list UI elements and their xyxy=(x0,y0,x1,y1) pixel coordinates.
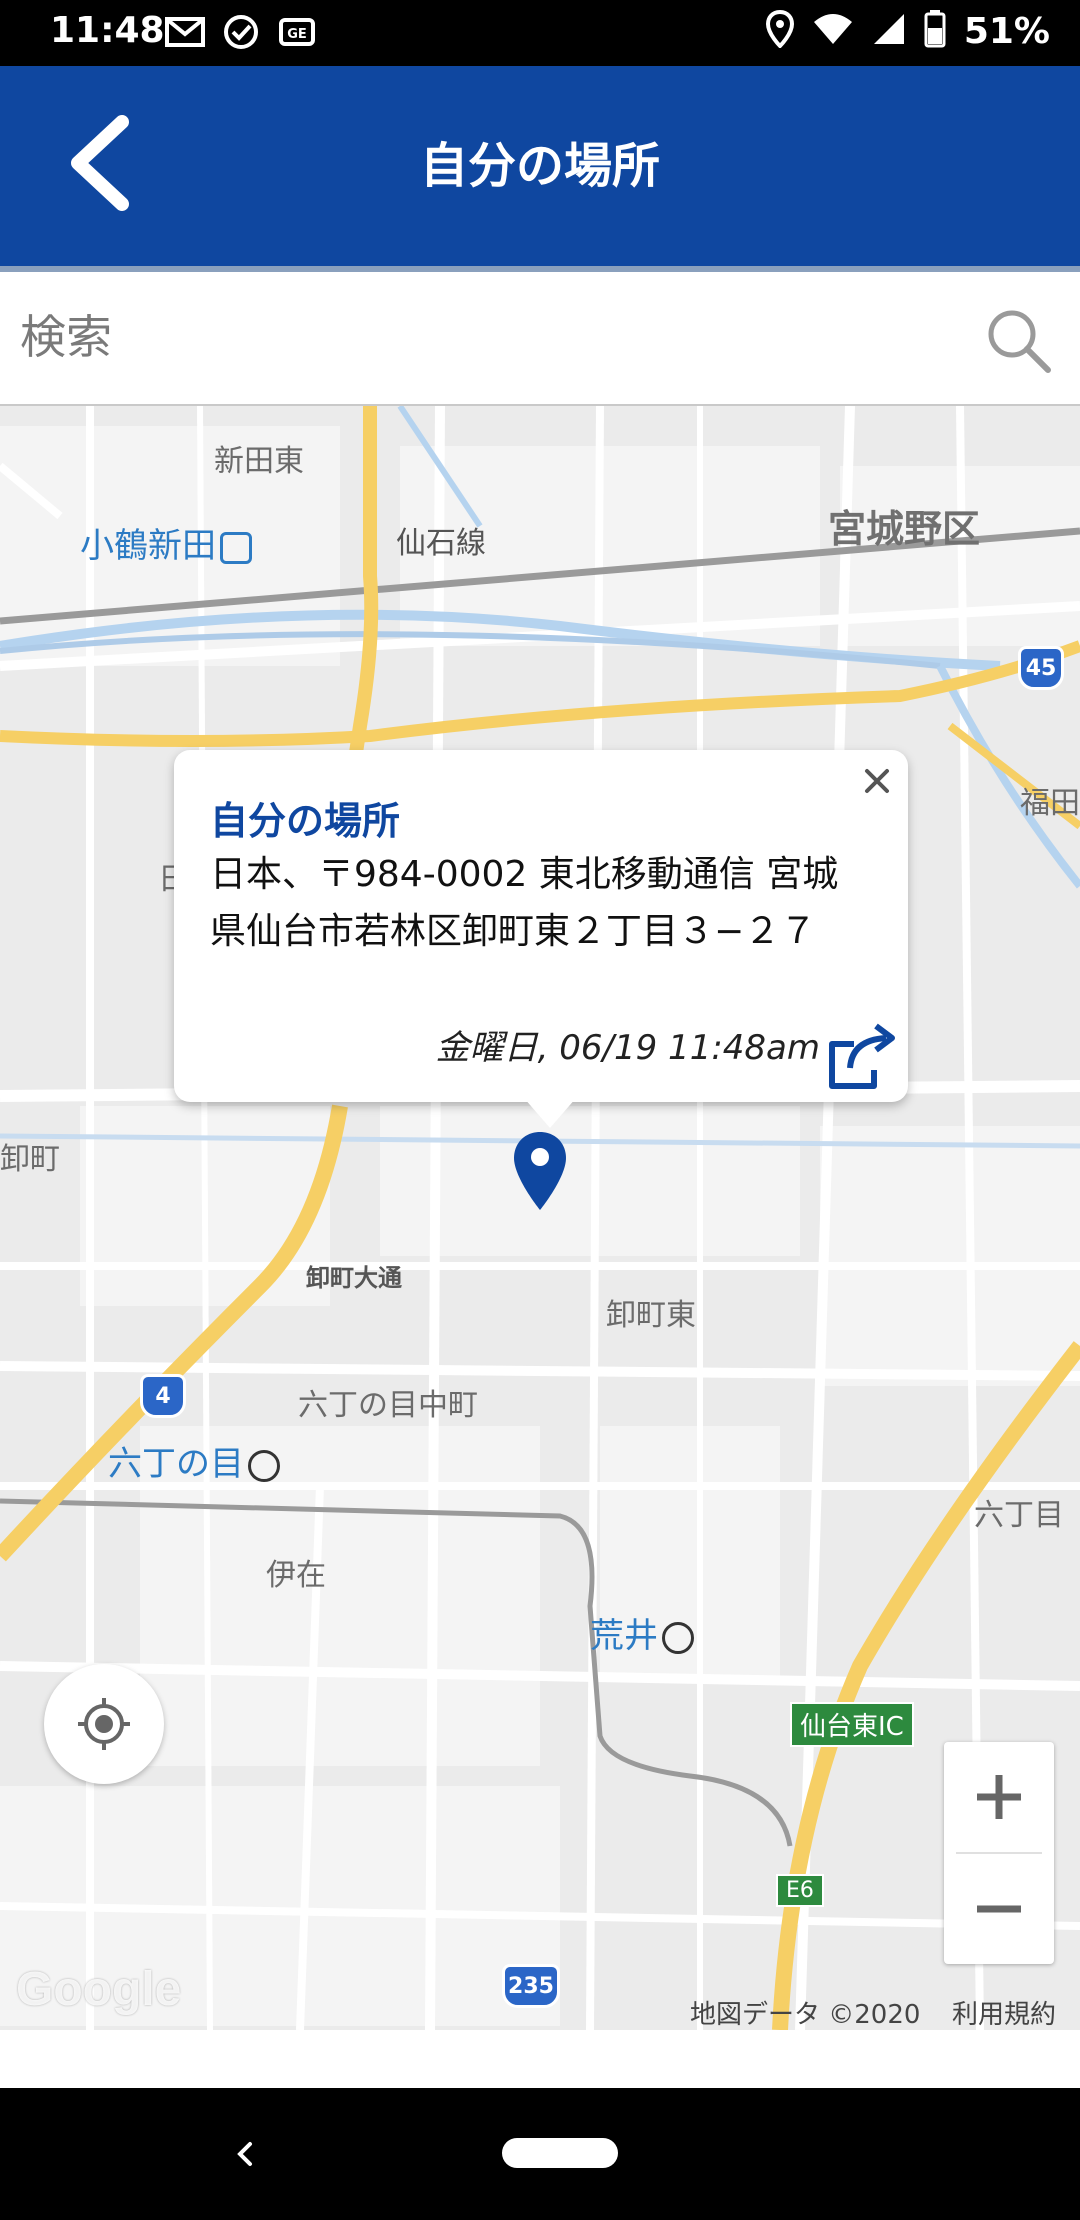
crosshair-icon xyxy=(78,1698,130,1750)
share-icon xyxy=(829,1023,895,1089)
location-info-popup[interactable]: 自分の場所 日本、〒984-0002 東北移動通信 宮城県仙台市若林区卸町東２丁… xyxy=(174,750,908,1102)
signal-icon xyxy=(872,12,906,50)
map-terms-link[interactable]: 利用規約 xyxy=(952,1994,1056,2031)
map-label-arai: 荒井 xyxy=(590,1608,694,1657)
battery-percent: 51% xyxy=(963,10,1050,52)
google-logo: Google xyxy=(16,1963,182,2016)
map-label-isai: 伊在 xyxy=(266,1558,326,1593)
battery-icon xyxy=(924,10,946,52)
popup-address: 日本、〒984-0002 東北移動通信 宮城県仙台市若林区卸町東２丁目３−２７ xyxy=(210,854,839,952)
bottom-spacer xyxy=(0,2030,1080,2088)
map-label-rokuchonome-nakamachi: 六丁の目中町 xyxy=(298,1388,478,1423)
map-label-oroshimachi-odori: 卸町大通 xyxy=(306,1264,402,1292)
map-label-oroshimachi: 卸町 xyxy=(0,1142,60,1177)
search-bar xyxy=(0,272,1080,406)
plus-icon xyxy=(977,1775,1021,1819)
check-circle-icon xyxy=(221,14,261,50)
search-input[interactable] xyxy=(18,296,952,378)
popup-pointer xyxy=(524,1098,576,1128)
e6-shield: E6 xyxy=(776,1874,824,1907)
map-attribution: 地図データ ©2020 xyxy=(690,2000,921,2030)
page-title: 自分の場所 xyxy=(419,138,660,194)
station-name: 荒井 xyxy=(590,1616,658,1656)
map-label-oroshimachi-higashi: 卸町東 xyxy=(606,1298,696,1333)
map-label-kozurushinden: 小鶴新田 xyxy=(80,518,252,567)
zoom-controls xyxy=(944,1742,1054,1964)
app-header: 自分の場所 xyxy=(0,66,1080,266)
nav-back-icon xyxy=(237,2142,252,2166)
nav-back-button[interactable] xyxy=(226,2128,262,2180)
location-icon xyxy=(765,9,794,52)
close-icon[interactable] xyxy=(860,764,894,798)
route-235-shield: 235 xyxy=(502,1964,560,2008)
map-label-shindenhigashi: 新田東 xyxy=(214,444,304,479)
map-label-sendai-higashi-ic: 仙台東IC xyxy=(790,1702,914,1747)
map-view[interactable]: 新田東 仙石線 宮城野区 小鶴新田 45 福田 日 卸町 卸町大通 卸町東 4 … xyxy=(0,406,1080,2030)
route-4-shield: 4 xyxy=(140,1374,186,1418)
gmail-icon xyxy=(165,14,205,50)
location-pin-icon[interactable] xyxy=(510,1130,570,1212)
station-name: 小鶴新田 xyxy=(80,526,216,566)
map-label-fukuda: 福田 xyxy=(1020,786,1080,821)
zoom-in-button[interactable] xyxy=(944,1742,1054,1852)
share-button[interactable] xyxy=(824,1014,904,1094)
minus-icon xyxy=(977,1905,1021,1913)
status-bar: 11:48 GE 51% xyxy=(0,0,1080,66)
subway-station-icon xyxy=(662,1621,694,1654)
map-label-senseki-line: 仙石線 xyxy=(396,526,486,561)
popup-title: 自分の場所 xyxy=(210,799,401,843)
status-time: 11:48 xyxy=(50,10,165,51)
search-icon[interactable] xyxy=(986,308,1052,374)
my-location-button[interactable] xyxy=(44,1664,164,1784)
system-nav-bar xyxy=(0,2088,1080,2220)
map-label-miyaginoku: 宮城野区 xyxy=(828,507,981,551)
map-label-rokuchonome-station: 六丁の目 xyxy=(108,1436,280,1485)
map-base xyxy=(0,406,1080,2030)
ge-icon: GE xyxy=(277,14,317,50)
subway-station-icon xyxy=(248,1449,280,1482)
route-45-shield: 45 xyxy=(1018,646,1064,690)
nav-home-pill[interactable] xyxy=(502,2138,618,2168)
popup-timestamp: 金曜日, 06/19 11:48am xyxy=(435,1028,820,1068)
svg-text:GE: GE xyxy=(287,27,307,42)
station-name: 六丁の目 xyxy=(108,1444,244,1484)
zoom-out-button[interactable] xyxy=(944,1854,1054,1964)
wifi-icon xyxy=(812,12,854,50)
map-label-rokuchome-right: 六丁目 xyxy=(974,1498,1064,1533)
train-station-icon xyxy=(220,531,252,564)
